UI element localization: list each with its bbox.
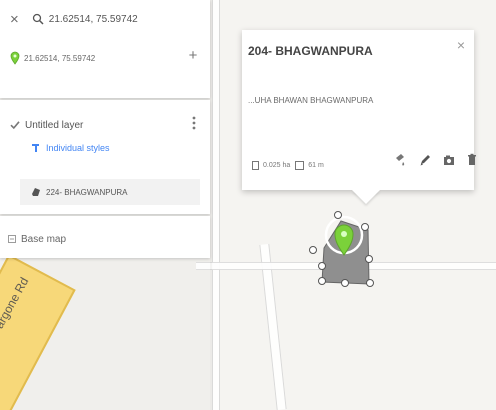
area-icon [252, 160, 259, 170]
map-road-segment [0, 254, 76, 410]
selected-polygon[interactable] [309, 206, 380, 290]
popup-measurements: 0.025 ha 61 m [252, 159, 324, 171]
map-pin-icon [10, 51, 20, 65]
search-input[interactable]: 21.62514, 75.59742 [49, 14, 138, 25]
more-vertical-icon [192, 116, 196, 130]
search-result[interactable]: 21.62514, 75.59742 [10, 50, 95, 66]
style-link[interactable]: Individual styles [46, 143, 110, 153]
vertex-handle[interactable] [361, 223, 369, 231]
layer-header: Untitled layer [9, 117, 83, 133]
layer-more-button[interactable] [188, 114, 200, 132]
style-icon[interactable] [394, 153, 406, 167]
vertex-handle[interactable] [366, 279, 374, 287]
vertex-handle[interactable] [318, 277, 326, 285]
paint-icon [30, 142, 42, 154]
layer-style-row[interactable]: Individual styles [30, 140, 110, 156]
popup-description: ...UHA BHAWAN BHAGWANPURA [248, 96, 374, 105]
checkbox-icon[interactable] [9, 119, 21, 131]
feature-row-content: 224- BHAGWANPURA [30, 185, 128, 199]
base-map-label: Base map [21, 233, 67, 245]
delete-icon[interactable] [467, 153, 477, 167]
add-icon: + [188, 46, 198, 64]
close-search-button[interactable]: × [10, 12, 19, 27]
perimeter-value: 61 m [308, 161, 324, 169]
map-edge-shadow [210, 0, 212, 410]
feature-popup: 204- BHAGWANPURA × ...UHA BHAWAN BHAGWAN… [242, 30, 477, 190]
vertex-handle[interactable] [365, 255, 373, 263]
vertex-handle[interactable] [309, 246, 317, 254]
layers-panel: × 21.62514, 75.59742 21.62514, 75.59742 … [0, 0, 210, 258]
popup-close-button[interactable]: × [457, 38, 465, 52]
base-map-card: Base map [0, 216, 210, 258]
search-card: × 21.62514, 75.59742 21.62514, 75.59742 … [0, 0, 210, 98]
base-map-row[interactable]: Base map [8, 232, 66, 246]
layer-card: Untitled layer Individual styles 224- BH… [0, 100, 210, 214]
vertex-handle[interactable] [334, 211, 342, 219]
camera-icon[interactable] [443, 153, 455, 167]
vertex-handle[interactable] [318, 262, 326, 270]
polygon-icon [30, 186, 42, 198]
search-icon [31, 12, 45, 26]
edit-icon[interactable] [419, 153, 431, 167]
map-road-vertical [212, 0, 220, 410]
feature-label: 224- BHAGWANPURA [46, 187, 128, 197]
add-result-button[interactable]: + [186, 46, 200, 64]
search-row: × 21.62514, 75.59742 [10, 11, 138, 27]
base-map-icon [8, 235, 16, 243]
perimeter-icon [295, 160, 305, 170]
popup-title: 204- BHAGWANPURA [248, 44, 373, 58]
layer-name[interactable]: Untitled layer [25, 120, 83, 131]
area-value: 0.025 ha [263, 161, 291, 169]
map-screen: argone Rd × 21.62514, 75.59742 21.62514,… [0, 0, 496, 410]
search-result-label: 21.62514, 75.59742 [24, 53, 96, 63]
vertex-handle[interactable] [341, 279, 349, 287]
popup-actions [394, 151, 477, 169]
